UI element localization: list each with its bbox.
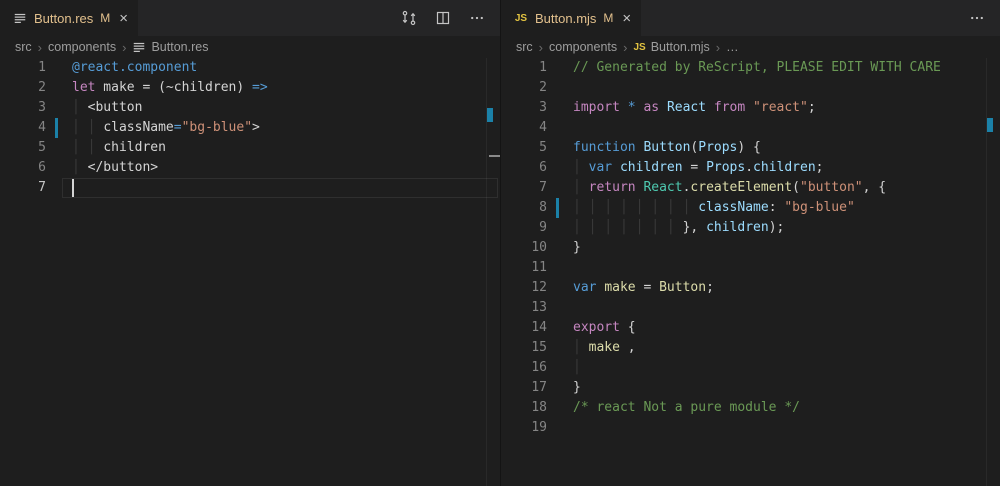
js-icon: JS [633,42,645,53]
breadcrumb-item[interactable]: Button.res [132,40,208,54]
line-number: 6 [501,158,547,178]
code-editor-res[interactable]: 1@react.component2let make = (~children)… [0,58,500,486]
line-number: 5 [501,138,547,158]
code-line: 16│ [501,358,1000,378]
editor-actions [968,0,1000,36]
line-number: 3 [501,98,547,118]
code-line: 7│ return React.createElement("button", … [501,178,1000,198]
overview-modified-marker [487,108,493,122]
more-actions-icon[interactable] [468,9,486,27]
vscode-editor-groups: Button.res M × src › components › Button.res… [0,0,1000,486]
line-number: 8 [501,198,547,218]
file-lines-icon [12,10,28,26]
breadcrumb-item[interactable]: JSButton.mjs [633,40,709,54]
breadcrumb-separator: › [122,40,126,55]
line-number: 1 [0,58,46,78]
breadcrumb-separator: › [38,40,42,55]
line-number: 13 [501,298,547,318]
line-number: 18 [501,398,547,418]
code-line: 6│ </button> [0,158,500,178]
code-line: 11 [501,258,1000,278]
code-line: 9│ │ │ │ │ │ │ }, children); [501,218,1000,238]
code-line: 5│ │ children [0,138,500,158]
overview-cursor-marker [489,155,500,157]
code-line: 7 [0,178,500,198]
breadcrumb: src › components › Button.res [0,36,500,58]
modified-badge: M [603,11,613,25]
editor-group-right: JS Button.mjs M × src›components›JSButto… [500,0,1000,486]
tab-button-res[interactable]: Button.res M × [0,0,138,36]
line-number: 10 [501,238,547,258]
gutter-modified-indicator [55,118,58,138]
editor-actions [400,0,500,36]
code-line: 18/* react Not a pure module */ [501,398,1000,418]
line-number: 2 [0,78,46,98]
tab-button-mjs[interactable]: JS Button.mjs M × [501,0,641,36]
code-line: 4 [501,118,1000,138]
line-number: 17 [501,378,547,398]
modified-badge: M [100,11,110,25]
file-lines-icon [132,40,146,54]
line-number: 4 [501,118,547,138]
close-icon[interactable]: × [622,11,631,26]
code-editor-mjs[interactable]: 1// Generated by ReScript, PLEASE EDIT W… [501,58,1000,486]
line-number: 9 [501,218,547,238]
breadcrumb-separator: › [623,40,627,55]
line-number: 16 [501,358,547,378]
code-line: 5function Button(Props) { [501,138,1000,158]
line-number: 11 [501,258,547,278]
line-number: 14 [501,318,547,338]
code-line: 10} [501,238,1000,258]
breadcrumb-item[interactable]: src [15,40,32,54]
tab-label: Button.res [34,11,93,26]
line-number: 5 [0,138,46,158]
text-cursor [72,179,74,197]
code-line: 12var make = Button; [501,278,1000,298]
close-icon[interactable]: × [119,11,128,26]
breadcrumb: src › components › JSButton.mjs › … [501,36,1000,58]
code-line: 15│ make , [501,338,1000,358]
code-line: 6│ var children = Props.children; [501,158,1000,178]
gutter-modified-indicator [556,198,559,218]
line-number: 2 [501,78,547,98]
code-line: 3│ <button [0,98,500,118]
tab-label: Button.mjs [535,11,596,26]
code-line: 2let make = (~children) => [0,78,500,98]
line-number: 12 [501,278,547,298]
code-line: 17} [501,378,1000,398]
editor-group-left: Button.res M × src › components › Button.res… [0,0,500,486]
code-line: 4│ │ className="bg-blue"> [0,118,500,138]
line-number: 19 [501,418,547,438]
code-line: 14export { [501,318,1000,338]
breadcrumb-item[interactable]: components [549,40,617,54]
code-line: 2 [501,78,1000,98]
line-number: 3 [0,98,46,118]
more-actions-icon[interactable] [968,9,986,27]
split-editor-icon[interactable] [434,9,452,27]
overview-ruler-border [486,58,487,486]
line-number: 7 [501,178,547,198]
line-number: 7 [0,178,46,198]
compare-changes-icon[interactable] [400,9,418,27]
overview-modified-marker [987,118,993,132]
code-line: 1@react.component [0,58,500,78]
breadcrumb-item[interactable]: components [48,40,116,54]
code-line: 19 [501,418,1000,438]
line-number: 4 [0,118,46,138]
line-number: 1 [501,58,547,78]
tab-bar: Button.res M × [0,0,500,36]
line-number: 15 [501,338,547,358]
code-line: 1// Generated by ReScript, PLEASE EDIT W… [501,58,1000,78]
breadcrumb-separator: › [716,40,720,55]
code-line: 3import * as React from "react"; [501,98,1000,118]
code-line: 8│ │ │ │ │ │ │ │ className: "bg-blue" [501,198,1000,218]
js-icon: JS [513,10,529,26]
code-line: 13 [501,298,1000,318]
breadcrumb-separator: › [539,40,543,55]
line-number: 6 [0,158,46,178]
breadcrumb-item[interactable]: src [516,40,533,54]
breadcrumb-item[interactable]: … [726,40,739,54]
tab-bar: JS Button.mjs M × [501,0,1000,36]
